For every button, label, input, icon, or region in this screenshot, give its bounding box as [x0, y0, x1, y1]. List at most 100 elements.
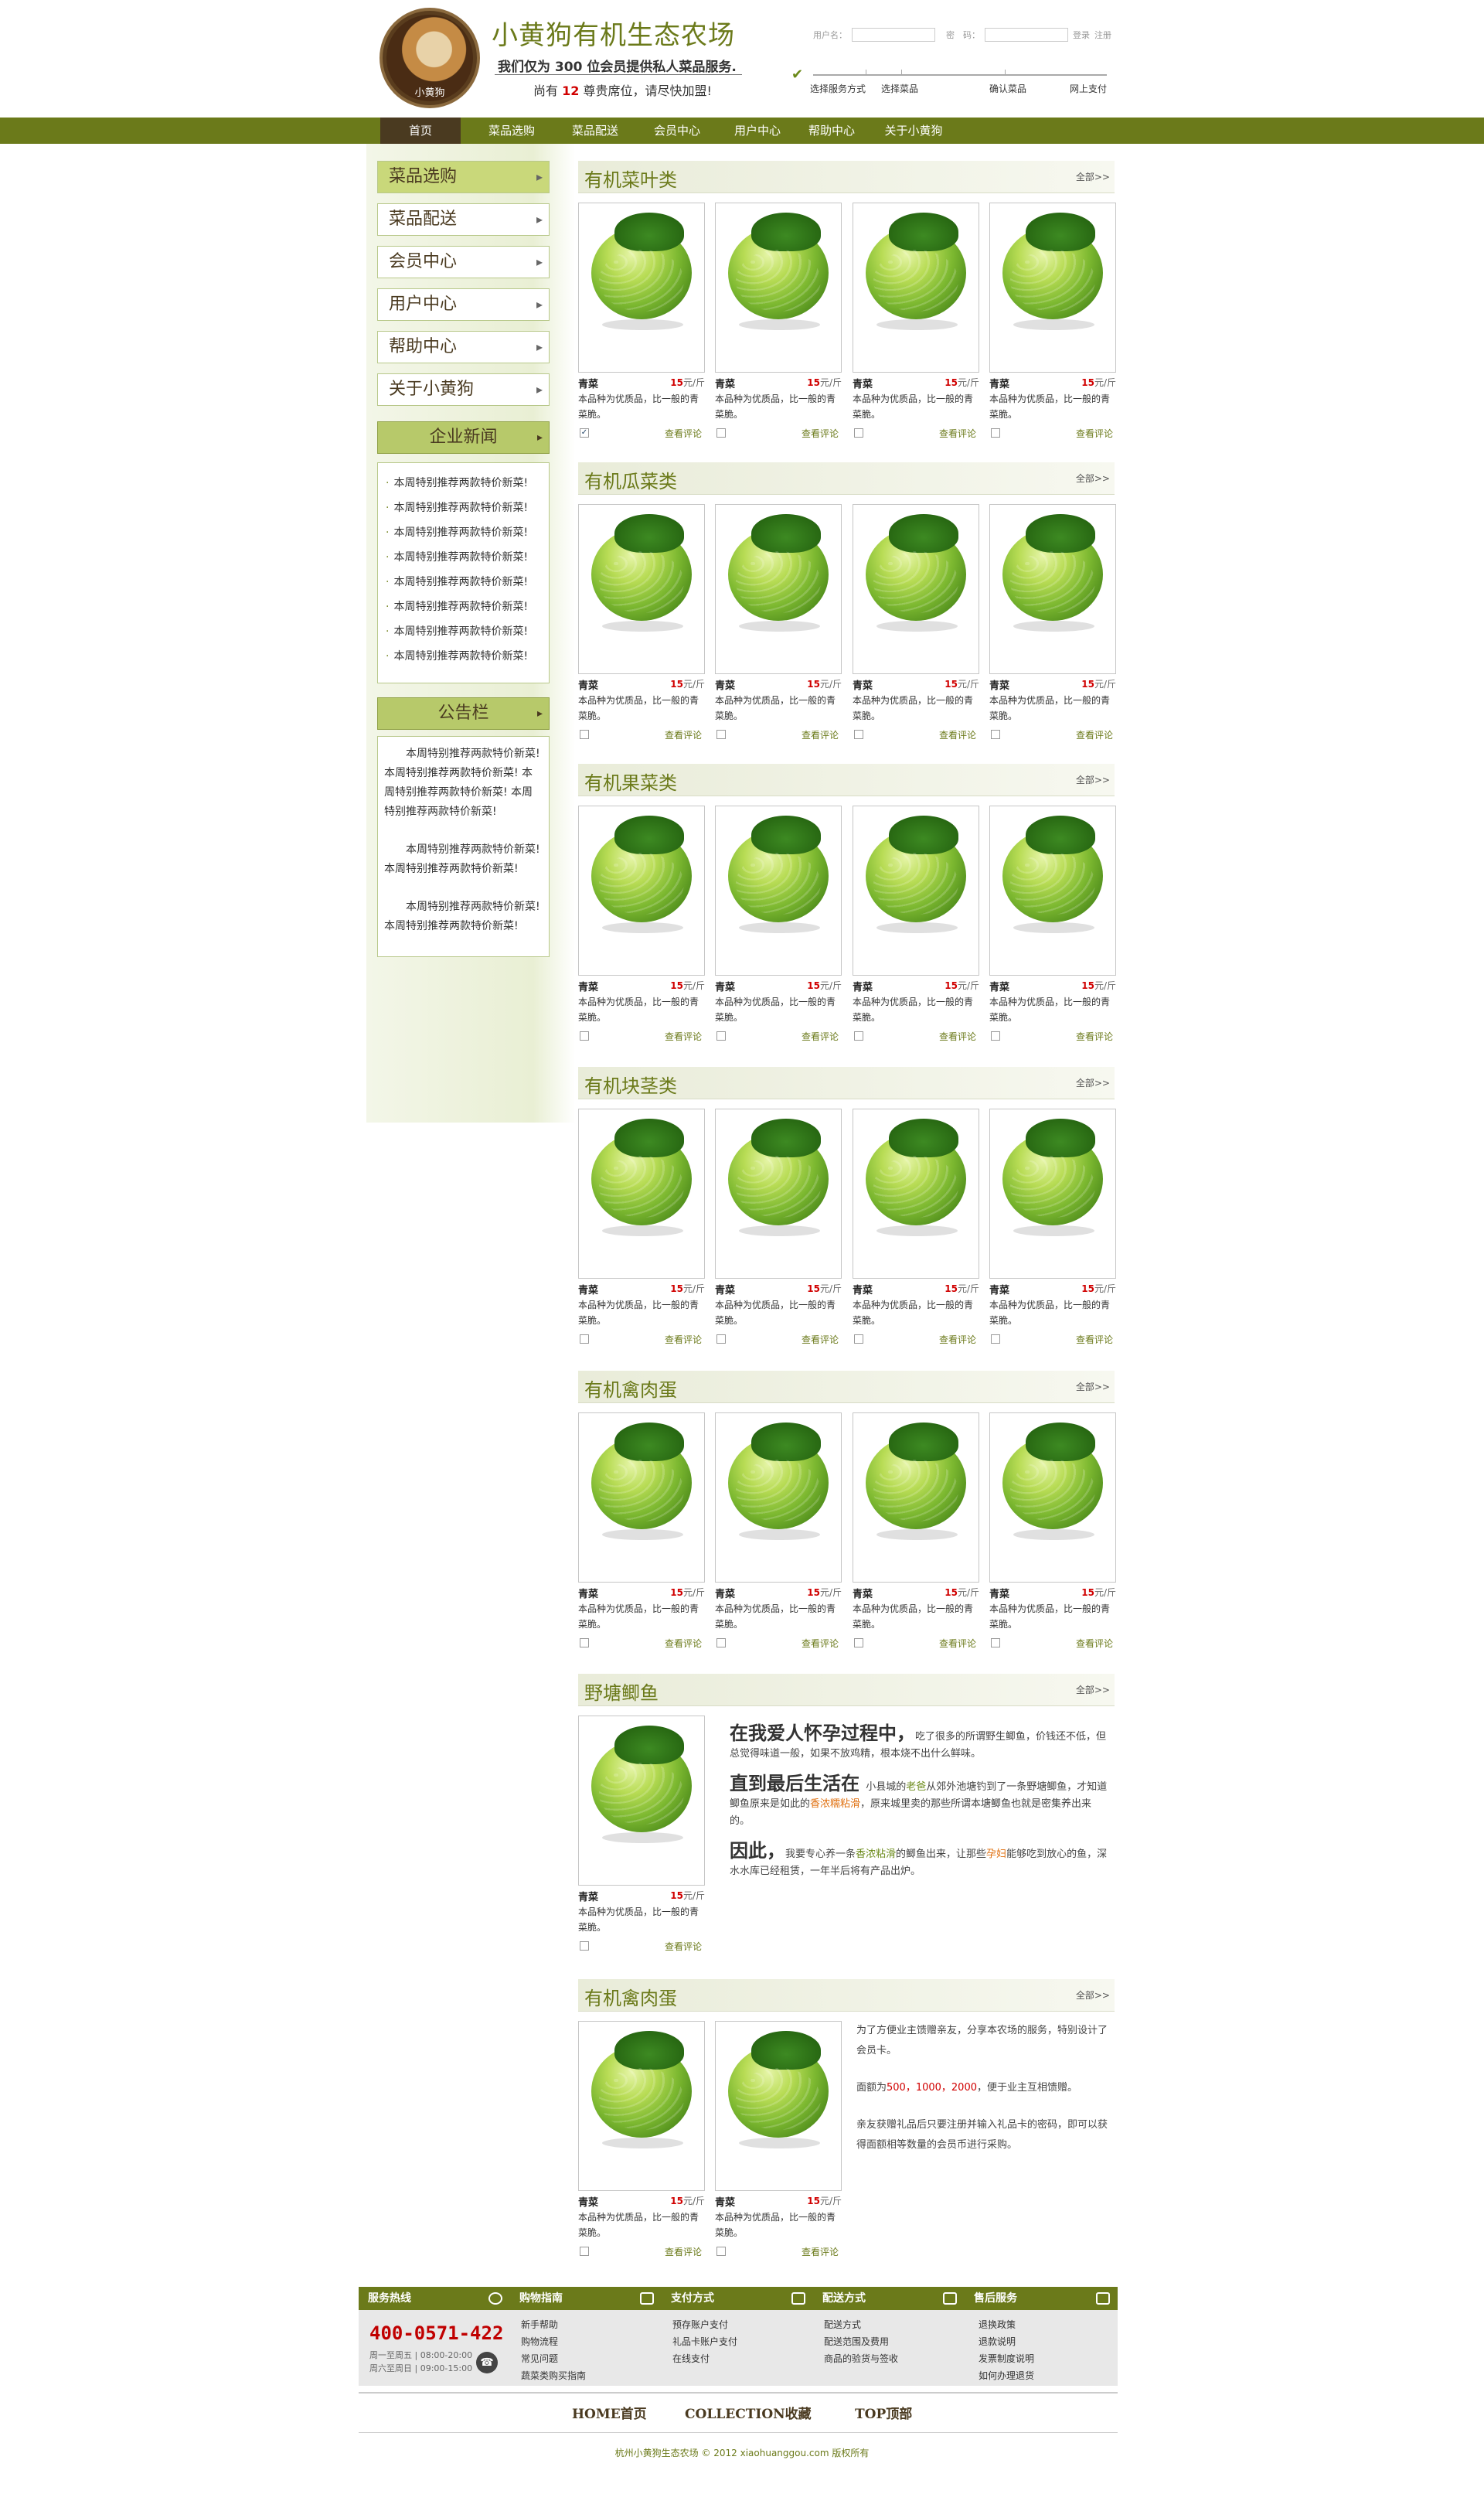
product-name[interactable]: 青菜 — [715, 677, 735, 692]
product-name[interactable]: 青菜 — [578, 677, 598, 692]
review-link[interactable]: 查看评论 — [802, 728, 839, 741]
product-image[interactable] — [853, 1412, 979, 1583]
footer-link[interactable]: 在线支付 — [672, 2350, 737, 2367]
review-link[interactable]: 查看评论 — [1076, 1637, 1113, 1650]
select-checkbox[interactable] — [991, 1031, 1000, 1041]
review-link[interactable]: 查看评论 — [802, 1333, 839, 1346]
product-image[interactable] — [715, 806, 842, 976]
news-item[interactable]: 本周特别推荐两款特价新菜! — [386, 619, 549, 644]
footer-link[interactable]: 常见问题 — [521, 2350, 586, 2367]
product-name[interactable]: 青菜 — [715, 376, 735, 390]
footer-link[interactable]: 购物流程 — [521, 2333, 586, 2350]
product-name[interactable]: 青菜 — [715, 1282, 735, 1296]
nav-about[interactable]: 关于小黄狗 — [875, 118, 952, 144]
review-link[interactable]: 查看评论 — [802, 427, 839, 440]
product-name[interactable]: 青菜 — [989, 1282, 1009, 1296]
product-image[interactable] — [989, 203, 1116, 373]
product-image[interactable] — [578, 1109, 705, 1279]
review-link[interactable]: 查看评论 — [1076, 1030, 1113, 1043]
product-image[interactable] — [853, 806, 979, 976]
notice-header[interactable]: 公告栏 ▸ — [377, 697, 550, 730]
select-checkbox[interactable] — [716, 730, 726, 739]
product-image[interactable] — [578, 203, 705, 373]
select-checkbox[interactable] — [716, 1031, 726, 1041]
footer-link[interactable]: 新手帮助 — [521, 2316, 586, 2333]
review-link[interactable]: 查看评论 — [665, 1637, 702, 1650]
product-name[interactable]: 青菜 — [578, 2194, 598, 2209]
product-image[interactable] — [989, 1109, 1116, 1279]
product-image[interactable] — [989, 504, 1116, 674]
review-link[interactable]: 查看评论 — [665, 1940, 702, 1953]
product-name[interactable]: 青菜 — [578, 979, 598, 993]
select-checkbox[interactable] — [991, 730, 1000, 739]
product-image[interactable] — [578, 1716, 705, 1886]
news-item[interactable]: 本周特别推荐两款特价新菜! — [386, 595, 549, 619]
select-checkbox[interactable] — [854, 1638, 863, 1647]
nav-home[interactable]: 首页 — [380, 118, 461, 144]
sidebar-item-user-center[interactable]: 用户中心 ▸ — [377, 288, 550, 321]
section-title[interactable]: 野塘鲫鱼 — [584, 1678, 659, 1705]
product-name[interactable]: 青菜 — [853, 677, 873, 692]
section-title[interactable]: 有机瓜菜类 — [584, 466, 677, 493]
product-name[interactable]: 青菜 — [578, 1282, 598, 1296]
section-more-link[interactable]: 全部>> — [1076, 773, 1110, 786]
product-image[interactable] — [989, 806, 1116, 976]
select-checkbox[interactable] — [991, 1638, 1000, 1647]
section-more-link[interactable]: 全部>> — [1076, 1988, 1110, 2002]
footer-link[interactable]: 发票制度说明 — [979, 2350, 1034, 2367]
news-item[interactable]: 本周特别推荐两款特价新菜! — [386, 471, 549, 496]
review-link[interactable]: 查看评论 — [802, 1030, 839, 1043]
nav-product-select[interactable]: 菜品选购 — [473, 118, 550, 144]
review-link[interactable]: 查看评论 — [665, 2245, 702, 2258]
section-more-link[interactable]: 全部>> — [1076, 472, 1110, 485]
news-item[interactable]: 本周特别推荐两款特价新菜! — [386, 545, 549, 570]
nav-member-center[interactable]: 会员中心 — [638, 118, 716, 144]
footer-link[interactable]: 退换政策 — [979, 2316, 1034, 2333]
footer-collection-link[interactable]: COLLECTION收藏 — [685, 2403, 812, 2422]
product-name[interactable]: 青菜 — [853, 979, 873, 993]
product-image[interactable] — [578, 1412, 705, 1583]
select-checkbox[interactable] — [854, 1334, 863, 1344]
select-checkbox[interactable] — [580, 1638, 589, 1647]
product-name[interactable]: 青菜 — [989, 677, 1009, 692]
section-more-link[interactable]: 全部>> — [1076, 1683, 1110, 1696]
news-item[interactable]: 本周特别推荐两款特价新菜! — [386, 520, 549, 545]
review-link[interactable]: 查看评论 — [802, 1637, 839, 1650]
product-name[interactable]: 青菜 — [578, 1889, 598, 1903]
section-title[interactable]: 有机禽肉蛋 — [584, 1983, 677, 2010]
news-item[interactable]: 本周特别推荐两款特价新菜! — [386, 644, 549, 669]
product-image[interactable] — [715, 1412, 842, 1583]
product-name[interactable]: 青菜 — [853, 376, 873, 390]
footer-link[interactable]: 蔬菜类购买指南 — [521, 2367, 586, 2384]
select-checkbox[interactable] — [991, 1334, 1000, 1344]
review-link[interactable]: 查看评论 — [939, 1333, 976, 1346]
review-link[interactable]: 查看评论 — [665, 427, 702, 440]
footer-link[interactable]: 配送方式 — [824, 2316, 898, 2333]
product-name[interactable]: 青菜 — [715, 2194, 735, 2209]
review-link[interactable]: 查看评论 — [665, 728, 702, 741]
news-item[interactable]: 本周特别推荐两款特价新菜! — [386, 496, 549, 520]
sidebar-item-help-center[interactable]: 帮助中心 ▸ — [377, 331, 550, 363]
product-image[interactable] — [578, 2021, 705, 2191]
product-name[interactable]: 青菜 — [853, 1282, 873, 1296]
review-link[interactable]: 查看评论 — [1076, 1333, 1113, 1346]
review-link[interactable]: 查看评论 — [939, 1030, 976, 1043]
product-name[interactable]: 青菜 — [578, 376, 598, 390]
select-checkbox[interactable] — [716, 2247, 726, 2256]
product-image[interactable] — [715, 504, 842, 674]
logo[interactable]: 小黄狗 — [380, 8, 480, 108]
review-link[interactable]: 查看评论 — [1076, 427, 1113, 440]
product-name[interactable]: 青菜 — [989, 376, 1009, 390]
review-link[interactable]: 查看评论 — [939, 427, 976, 440]
select-checkbox[interactable] — [716, 428, 726, 438]
section-title[interactable]: 有机菜叶类 — [584, 165, 677, 192]
sidebar-item-member-center[interactable]: 会员中心 ▸ — [377, 246, 550, 278]
product-image[interactable] — [853, 1109, 979, 1279]
news-item[interactable]: 本周特别推荐两款特价新菜! — [386, 570, 549, 595]
select-checkbox[interactable] — [991, 428, 1000, 438]
product-image[interactable] — [715, 2021, 842, 2191]
product-name[interactable]: 青菜 — [578, 1586, 598, 1600]
review-link[interactable]: 查看评论 — [939, 1637, 976, 1650]
product-name[interactable]: 青菜 — [989, 1586, 1009, 1600]
section-title[interactable]: 有机果菜类 — [584, 768, 677, 795]
